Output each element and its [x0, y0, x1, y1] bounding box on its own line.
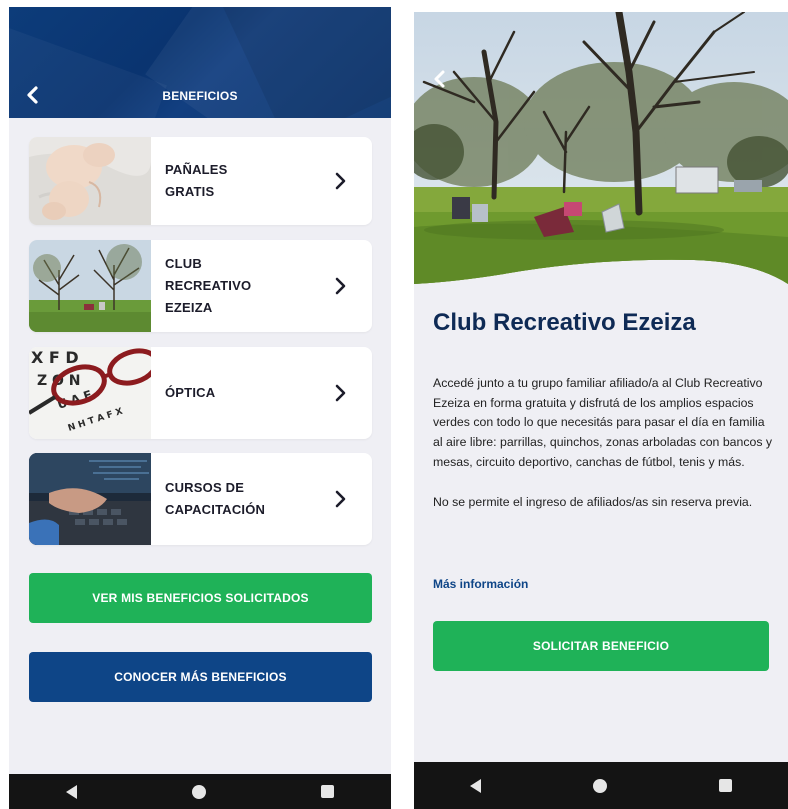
benefit-thumbnail	[29, 137, 151, 225]
app-header: BENEFICIOS	[9, 7, 391, 118]
benefit-card-label: PAÑALES GRATIS	[165, 162, 228, 199]
benefit-detail-screen: Club Recreativo Ezeiza Accedé junto a tu…	[414, 12, 788, 809]
benefit-card-optics[interactable]: X F D Z O N U A F N H T A F X ÓPTICA	[29, 347, 372, 439]
benefit-thumbnail: X F D Z O N U A F N H T A F X	[29, 347, 151, 439]
nav-home-icon[interactable]	[191, 784, 206, 799]
discover-more-benefits-button[interactable]: CONOCER MÁS BENEFICIOS	[29, 652, 372, 702]
benefit-card-courses[interactable]: CURSOS DE CAPACITACIÓN	[29, 453, 372, 545]
svg-text:X F D: X F D	[31, 348, 79, 367]
chevron-left-icon	[434, 70, 445, 88]
description-paragraph: Accedé junto a tu grupo familiar afiliad…	[433, 376, 773, 469]
chevron-right-icon	[335, 384, 346, 402]
android-nav-bar	[414, 762, 788, 809]
nav-back-icon[interactable]	[66, 784, 78, 799]
benefit-thumbnail	[29, 453, 151, 545]
chevron-right-icon	[335, 277, 346, 295]
benefits-list-screen: BENEFICIOS PAÑALES GRATIS CLUB RECREATIV…	[9, 7, 391, 809]
benefit-card-label: CLUB RECREATIVO EZEIZA	[165, 256, 252, 315]
hero-image	[414, 12, 788, 287]
android-nav-bar	[9, 774, 391, 809]
nav-recent-icon[interactable]	[320, 785, 334, 798]
benefit-card-diapers[interactable]: PAÑALES GRATIS	[29, 137, 372, 225]
benefit-card-label: ÓPTICA	[165, 385, 216, 400]
benefit-thumbnail	[29, 240, 151, 332]
benefit-card-label: CURSOS DE CAPACITACIÓN	[165, 480, 266, 517]
view-requested-benefits-button[interactable]: VER MIS BENEFICIOS SOLICITADOS	[29, 573, 372, 623]
chevron-right-icon	[335, 490, 346, 508]
description-paragraph: No se permite el ingreso de afiliados/as…	[433, 494, 753, 509]
benefit-title: Club Recreativo Ezeiza	[433, 309, 696, 336]
more-info-link[interactable]: Más información	[433, 577, 528, 591]
page-title: BENEFICIOS	[162, 89, 238, 103]
request-benefit-button[interactable]: SOLICITAR BENEFICIO	[433, 621, 769, 671]
back-button[interactable]	[429, 68, 451, 90]
benefit-description: Accedé junto a tu grupo familiar afiliad…	[433, 374, 773, 532]
nav-home-icon[interactable]	[593, 778, 607, 793]
nav-back-icon[interactable]	[470, 778, 481, 793]
nav-recent-icon[interactable]	[719, 779, 732, 792]
benefit-card-club[interactable]: CLUB RECREATIVO EZEIZA	[29, 240, 372, 332]
chevron-right-icon	[335, 172, 346, 190]
